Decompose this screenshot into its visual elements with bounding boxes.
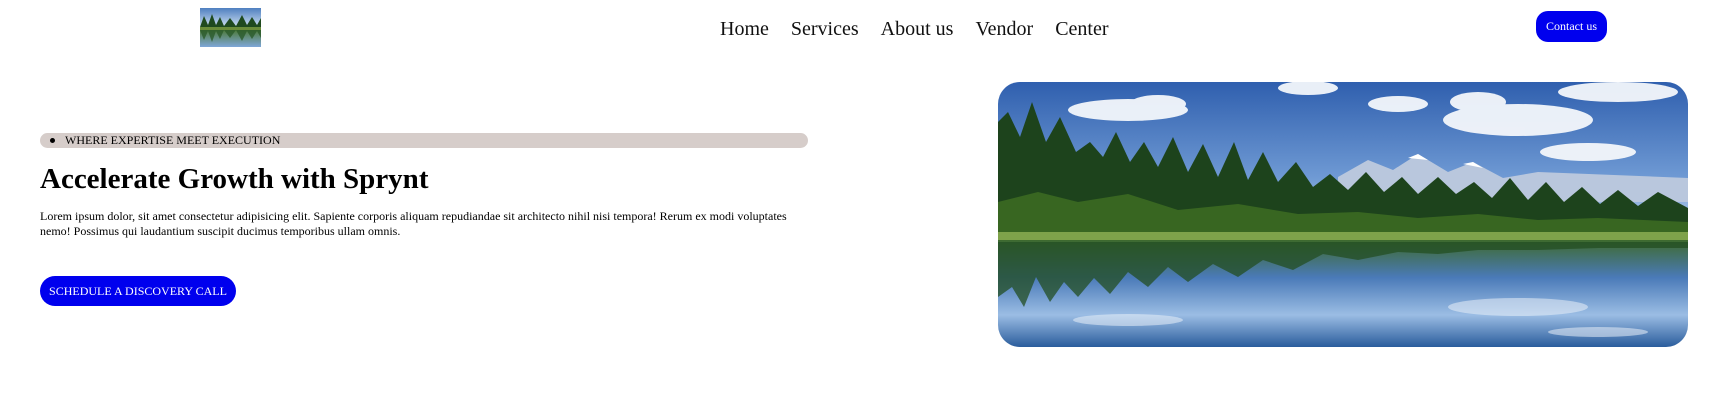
schedule-discovery-call-button[interactable]: SCHEDULE A DISCOVERY CALL (40, 276, 236, 306)
nav-vendor[interactable]: Vendor (975, 18, 1033, 41)
tagline-text: WHERE EXPERTISE MEET EXECUTION (65, 133, 281, 147)
site-header: Home Services About us Vendor Center Con… (0, 0, 1723, 58)
hero-title: Accelerate Growth with Sprynt (40, 163, 429, 195)
logo[interactable] (200, 8, 261, 47)
main-nav: Home Services About us Vendor Center (720, 14, 1109, 44)
nav-services[interactable]: Services (791, 18, 859, 41)
hero-image (998, 82, 1688, 347)
bullet-icon (50, 138, 55, 143)
forest-lake-landscape-image (998, 82, 1688, 347)
tagline-bar: WHERE EXPERTISE MEET EXECUTION (40, 133, 808, 148)
landscape-lake-logo-icon (200, 8, 261, 47)
nav-home[interactable]: Home (720, 18, 769, 41)
nav-center[interactable]: Center (1055, 18, 1108, 41)
nav-about-us[interactable]: About us (881, 18, 954, 41)
hero-description: Lorem ipsum dolor, sit amet consectetur … (40, 209, 787, 238)
contact-us-button[interactable]: Contact us (1536, 11, 1607, 42)
